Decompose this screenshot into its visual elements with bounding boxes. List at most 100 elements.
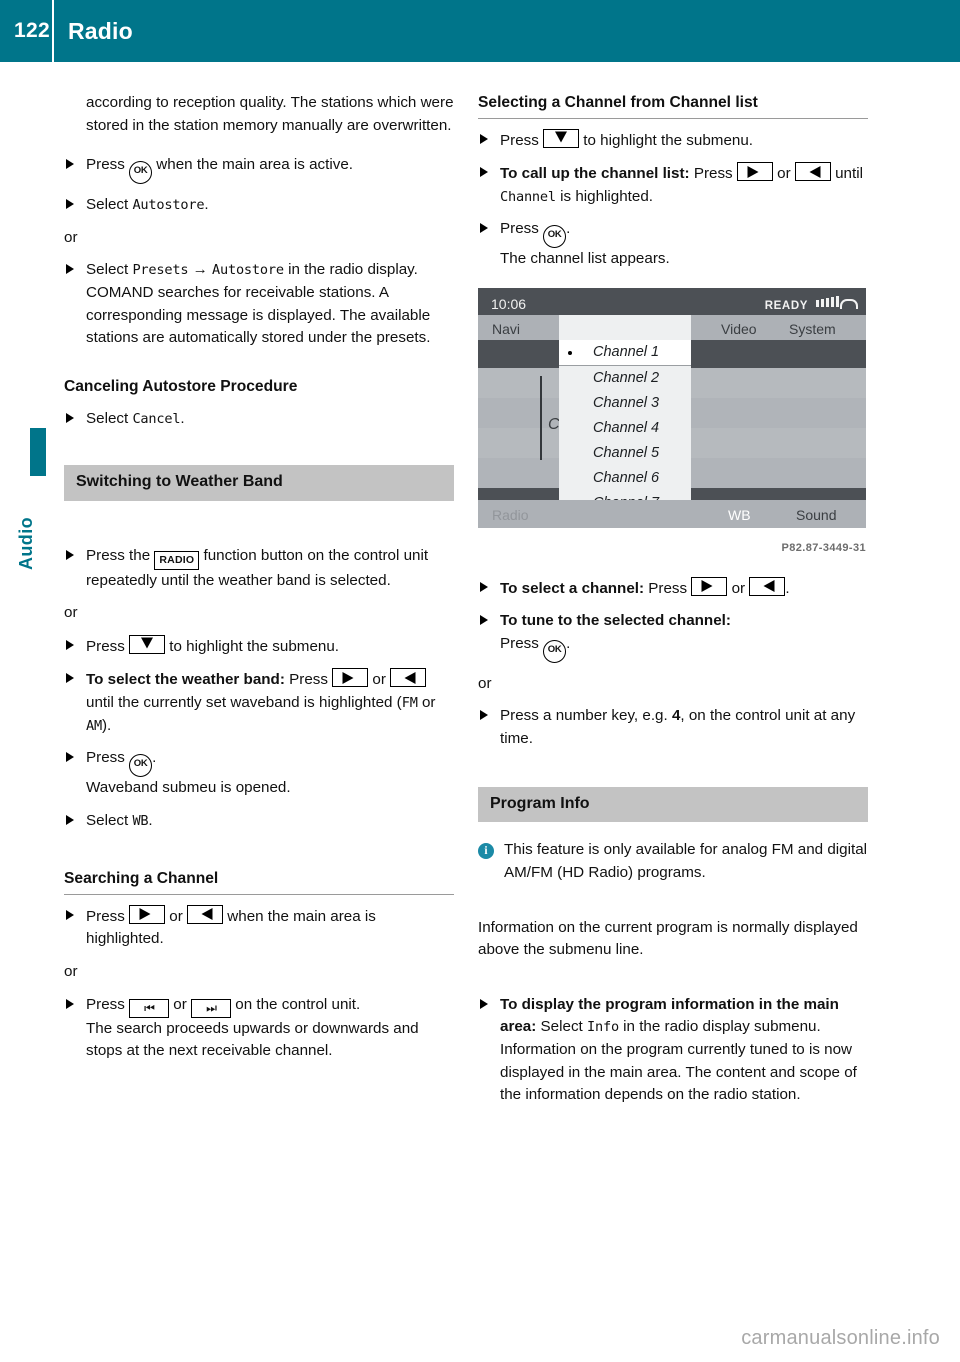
ok-button-icon: OK: [543, 225, 567, 249]
heading-program-info: Program Info: [478, 786, 868, 823]
step-lead-in: To tune to the selected channel:: [500, 612, 731, 630]
step-text-pre: Press: [500, 220, 539, 238]
comand-right-panel: [691, 339, 866, 518]
ui-string-autostore: Autostore: [212, 262, 284, 279]
comand-screen: C 10:06 READY Navi Video System Channel …: [478, 287, 866, 528]
or-label-3: or: [64, 963, 78, 981]
ok-button-icon: OK: [129, 754, 153, 778]
channel-list-item[interactable]: Channel 4: [559, 416, 691, 441]
step-text-end: .: [785, 579, 790, 597]
arrow-down-key-icon: [543, 128, 580, 148]
step-select-cancel: Select Cancel.: [64, 408, 454, 431]
waveband-result-text: Waveband submeu is opened.: [86, 779, 291, 797]
step-press-number-key: Press a number key, e.g. 4, on the contr…: [478, 705, 868, 750]
step-text-or2: or: [421, 693, 436, 711]
comand-submenu-bar: Radio WB Sound: [478, 499, 866, 528]
comand-menu-system[interactable]: System: [789, 318, 836, 341]
channel-list-item[interactable]: Channel 5: [559, 441, 691, 466]
step-text-post: on the control unit.: [235, 995, 361, 1013]
channel-label: Channel 2: [593, 369, 660, 386]
step-text-or: or: [372, 671, 386, 689]
step-text-post: .: [566, 220, 571, 238]
step-select-autostore: Select Autostore.: [64, 194, 454, 217]
heading-canceling-autostore: Canceling Autostore Procedure: [64, 377, 298, 395]
step-call-up-channel-list: To call up the channel list: Press or un…: [478, 162, 868, 208]
phone-icon: [840, 298, 858, 309]
presets-result-text: COMAND searches for receivable stations.…: [86, 283, 431, 347]
signal-strength-icon: [815, 295, 839, 307]
comand-submenu-sound[interactable]: Sound: [796, 504, 836, 527]
step-text-post: .: [180, 410, 185, 428]
step-text-post: in the radio display submenu.: [623, 1018, 821, 1036]
step-text-or: or: [731, 579, 746, 597]
heading-selecting-channel-from-list: Selecting a Channel from Channel list: [478, 92, 868, 119]
arrow-right-key-icon: [736, 162, 773, 182]
step-display-program-info: To display the program information in th…: [478, 994, 868, 1039]
step-lead-in: To select a channel:: [500, 579, 645, 597]
arrow-left-key-icon: [390, 668, 427, 688]
ui-string-fm: FM: [401, 694, 418, 711]
or-label-2: or: [64, 604, 78, 622]
info-note-text: This feature is only available for analo…: [504, 841, 868, 881]
channel-list-item[interactable]: Channel 1: [559, 339, 691, 366]
step-text-pre: Press: [86, 907, 125, 925]
step-lead-in: To select the weather band:: [86, 671, 285, 689]
step-text-or: or: [777, 165, 791, 183]
comand-submenu-radio[interactable]: Radio: [492, 504, 529, 527]
channel-list-item[interactable]: Channel 2: [559, 366, 691, 391]
step-text-end: is highlighted.: [560, 187, 654, 205]
display-result-text: Information on the program currently tun…: [500, 1041, 857, 1104]
channel-list-item[interactable]: Channel 6: [559, 466, 691, 491]
side-tab-label: Audio: [16, 517, 36, 570]
arrow-left-key-icon: [794, 162, 831, 182]
channel-label: Channel 3: [593, 394, 660, 411]
ui-string-wb: WB: [132, 812, 149, 829]
skip-forward-key-icon: ⏭: [191, 998, 232, 1018]
bullet-triangle-icon: [480, 998, 488, 1009]
step-text-post: in the radio display.: [288, 261, 418, 279]
step-text-select: Select: [540, 1018, 583, 1036]
arrow-separator-icon: →: [192, 261, 208, 279]
bullet-triangle-icon: [66, 159, 74, 170]
heading-switching-weather-band: Switching to Weather Band: [64, 464, 454, 501]
footer-watermark: carmanualsonline.info: [741, 1327, 940, 1349]
step-press-ok: Press OK.: [478, 218, 868, 249]
bullet-triangle-icon: [66, 752, 74, 763]
step-text-pre: Press: [86, 995, 125, 1013]
comand-submenu-wb[interactable]: WB: [728, 504, 751, 527]
step-text-press: Press: [693, 165, 733, 183]
bullet-triangle-icon: [66, 549, 74, 560]
step-press-ok-2: Press OK.: [64, 747, 454, 778]
ok-button-icon: OK: [543, 639, 567, 663]
ui-string-channel: Channel: [500, 188, 556, 205]
channel-label: Channel 1: [593, 343, 660, 360]
step-text-or: or: [169, 907, 183, 925]
arrow-right-key-icon: [691, 576, 728, 596]
step-text-post: .: [204, 196, 209, 214]
step-press-down: Press to highlight the submenu.: [478, 128, 868, 153]
step-text-post: to highlight the submenu.: [169, 637, 340, 655]
comand-menu-navi[interactable]: Navi: [492, 318, 520, 341]
bullet-triangle-icon: [480, 223, 488, 234]
step-text-press: Press: [648, 579, 688, 597]
channel-list-item[interactable]: Channel 3: [559, 391, 691, 416]
right-column: Selecting a Channel from Channel list Pr…: [478, 92, 868, 1107]
comand-partial-text: C: [548, 415, 560, 433]
info-note: i This feature is only available for ana…: [478, 839, 868, 884]
step-text-pre: Press a number key, e.g.: [500, 707, 668, 725]
comand-menu-video[interactable]: Video: [721, 318, 757, 341]
bullet-triangle-icon: [66, 639, 74, 650]
step-text-pre: Press the: [86, 546, 151, 564]
step-lead-in: To call up the channel list:: [500, 165, 690, 183]
comand-channel-list[interactable]: Channel 1 Channel 2 Channel 3 Channel 4 …: [559, 314, 691, 528]
bullet-triangle-icon: [66, 998, 74, 1009]
radio-button-icon: RADIO: [154, 550, 200, 570]
channel-label: Channel 5: [593, 444, 660, 461]
step-text-pre: Select: [86, 261, 129, 279]
ui-string-autostore: Autostore: [132, 197, 205, 214]
arrow-right-key-icon: [129, 904, 166, 924]
step-text-pre: Select: [86, 196, 129, 214]
bullet-triangle-icon: [480, 581, 488, 592]
step-text-pre: Press: [86, 749, 125, 767]
step-tune-press-line: Press OK.: [478, 633, 868, 663]
